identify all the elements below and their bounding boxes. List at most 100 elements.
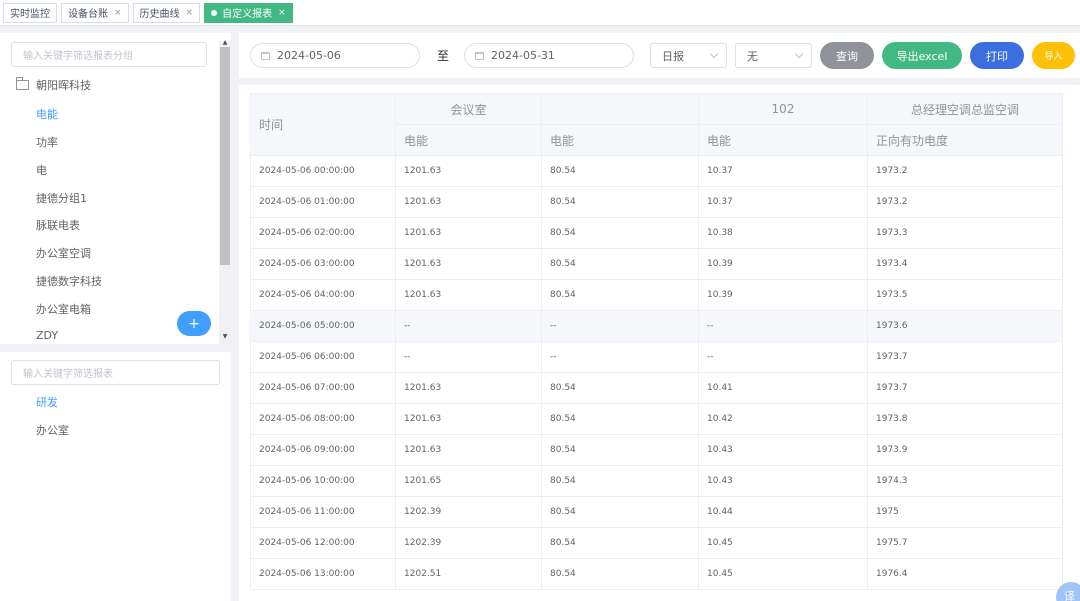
table-row[interactable]: 2024-05-06 00:00:00 1201.63 80.54 10.37 1973…: [250, 155, 1063, 187]
group-header: 102: [698, 93, 868, 125]
scroll-up-arrow-icon[interactable]: ▲: [221, 39, 229, 46]
option-select[interactable]: 无: [735, 43, 812, 68]
value-cell: 1201.63: [395, 217, 542, 249]
report-item-office[interactable]: 办公室: [36, 422, 69, 438]
tree-node-zdy[interactable]: ZDY: [36, 329, 58, 342]
value-cell: 1973.6: [867, 310, 1063, 342]
tab-realtime-monitor[interactable]: 实时监控: [3, 2, 57, 23]
value-cell: 10.37: [698, 155, 868, 187]
value-cell: 80.54: [541, 217, 699, 249]
tree-node-office-ac[interactable]: 办公室空调: [36, 245, 91, 261]
scroll-down-arrow-icon[interactable]: ▼: [221, 333, 229, 340]
report-filter-input[interactable]: 输入关键字筛选报表: [11, 360, 220, 385]
column-header: 正向有功电度: [867, 124, 1063, 156]
value-cell: 1201.63: [395, 403, 542, 435]
table-row[interactable]: 2024-05-06 09:00:00 1201.63 80.54 10.43 1973…: [250, 434, 1063, 466]
import-button[interactable]: 导入: [1032, 42, 1075, 69]
value-cell: 80.54: [541, 248, 699, 280]
tree-node-office-box[interactable]: 办公室电箱: [36, 301, 91, 317]
start-date-picker[interactable]: 2024-05-06: [250, 43, 420, 68]
value-cell: 1973.4: [867, 248, 1063, 280]
close-icon[interactable]: ×: [114, 8, 122, 18]
report-period-select[interactable]: 日报: [650, 43, 727, 68]
value-cell: 1201.63: [395, 279, 542, 311]
print-button[interactable]: 打印: [970, 42, 1024, 69]
report-item-rd[interactable]: 研发: [36, 394, 58, 410]
tab-label: 设备台账: [68, 9, 108, 20]
calendar-icon: [261, 51, 270, 60]
tab-device-ledger[interactable]: 设备台账 ×: [61, 2, 129, 23]
folder-icon: [16, 77, 29, 90]
tree-node-power[interactable]: 功率: [36, 134, 58, 150]
time-cell: 2024-05-06 07:00:00: [250, 372, 396, 404]
tree-node-electric[interactable]: 电: [36, 162, 47, 178]
tab-custom-report[interactable]: 自定义报表 ×: [204, 2, 293, 23]
column-header: 电能: [395, 124, 542, 156]
value-cell: 1973.8: [867, 403, 1063, 435]
table-row[interactable]: 2024-05-06 12:00:00 1202.39 80.54 10.45 1975…: [250, 527, 1063, 559]
table-row[interactable]: 2024-05-06 08:00:00 1201.63 80.54 10.42 1973…: [250, 403, 1063, 435]
start-date-value: 2024-05-06: [277, 49, 341, 62]
value-cell: 1973.5: [867, 279, 1063, 311]
report-period-value: 日报: [662, 49, 684, 63]
time-cell: 2024-05-06 06:00:00: [250, 341, 396, 373]
value-cell: 80.54: [541, 465, 699, 497]
close-icon[interactable]: ×: [186, 8, 194, 18]
value-cell: --: [698, 310, 868, 342]
value-cell: 10.43: [698, 465, 868, 497]
group-filter-input[interactable]: 输入关键字筛选报表分组: [11, 42, 207, 67]
time-cell: 2024-05-06 13:00:00: [250, 558, 396, 590]
tree-node-jiede-group1[interactable]: 捷德分组1: [36, 190, 87, 206]
table-row[interactable]: 2024-05-06 06:00:00 -- -- -- 1973.7: [250, 341, 1063, 373]
end-date-picker[interactable]: 2024-05-31: [464, 43, 634, 68]
value-cell: 80.54: [541, 186, 699, 218]
value-cell: 10.39: [698, 279, 868, 311]
value-cell: 80.54: [541, 155, 699, 187]
tree-root[interactable]: 朝阳晖科技: [16, 77, 91, 93]
table-row[interactable]: 2024-05-06 07:00:00 1201.63 80.54 10.41 1973…: [250, 372, 1063, 404]
close-icon[interactable]: ×: [278, 8, 286, 18]
tab-label: 历史曲线: [139, 9, 180, 20]
date-range-separator: 至: [437, 49, 450, 63]
tree-node-jiede-digital[interactable]: 捷德数字科技: [36, 273, 102, 289]
group-header: 总经理空调总监空调: [867, 93, 1063, 125]
tree-root-label: 朝阳晖科技: [36, 79, 91, 92]
scrollbar-thumb[interactable]: [220, 47, 230, 265]
tab-bar: 实时监控 设备台账 × 历史曲线 × 自定义报表 ×: [0, 0, 1080, 26]
query-button[interactable]: 查询: [820, 42, 874, 69]
value-cell: 1973.7: [867, 372, 1063, 404]
table-row[interactable]: 2024-05-06 05:00:00 -- -- -- 1973.6: [250, 310, 1063, 342]
time-cell: 2024-05-06 01:00:00: [250, 186, 396, 218]
value-cell: 1973.2: [867, 155, 1063, 187]
value-cell: 1973.3: [867, 217, 1063, 249]
table-row[interactable]: 2024-05-06 02:00:00 1201.63 80.54 10.38 1973…: [250, 217, 1063, 249]
value-cell: 10.43: [698, 434, 868, 466]
table-row[interactable]: 2024-05-06 01:00:00 1201.63 80.54 10.37 1973…: [250, 186, 1063, 218]
value-cell: 1976.4: [867, 558, 1063, 590]
export-excel-button[interactable]: 导出excel: [882, 42, 962, 69]
chevron-down-icon: [709, 49, 719, 59]
time-cell: 2024-05-06 08:00:00: [250, 403, 396, 435]
value-cell: 1975: [867, 496, 1063, 528]
add-group-button[interactable]: +: [177, 311, 211, 336]
table-row[interactable]: 2024-05-06 11:00:00 1202.39 80.54 10.44 1975: [250, 496, 1063, 528]
table-row[interactable]: 2024-05-06 03:00:00 1201.63 80.54 10.39 1973…: [250, 248, 1063, 280]
time-cell: 2024-05-06 11:00:00: [250, 496, 396, 528]
end-date-value: 2024-05-31: [491, 49, 555, 62]
value-cell: 80.54: [541, 558, 699, 590]
time-header: 时间: [250, 93, 396, 156]
value-cell: 10.45: [698, 558, 868, 590]
table-row[interactable]: 2024-05-06 10:00:00 1201.65 80.54 10.43 1974…: [250, 465, 1063, 497]
time-cell: 2024-05-06 05:00:00: [250, 310, 396, 342]
tree-node-mailian-meter[interactable]: 脉联电表: [36, 217, 80, 233]
tree-node-electric-energy[interactable]: 电能: [36, 106, 58, 122]
time-cell: 2024-05-06 02:00:00: [250, 217, 396, 249]
time-cell: 2024-05-06 03:00:00: [250, 248, 396, 280]
table-row[interactable]: 2024-05-06 13:00:00 1202.51 80.54 10.45 1976…: [250, 558, 1063, 590]
tab-history-curve[interactable]: 历史曲线 ×: [132, 2, 201, 23]
value-cell: 10.37: [698, 186, 868, 218]
value-cell: 80.54: [541, 279, 699, 311]
value-cell: 1201.65: [395, 465, 542, 497]
table-row[interactable]: 2024-05-06 04:00:00 1201.63 80.54 10.39 1973…: [250, 279, 1063, 311]
value-cell: 10.39: [698, 248, 868, 280]
